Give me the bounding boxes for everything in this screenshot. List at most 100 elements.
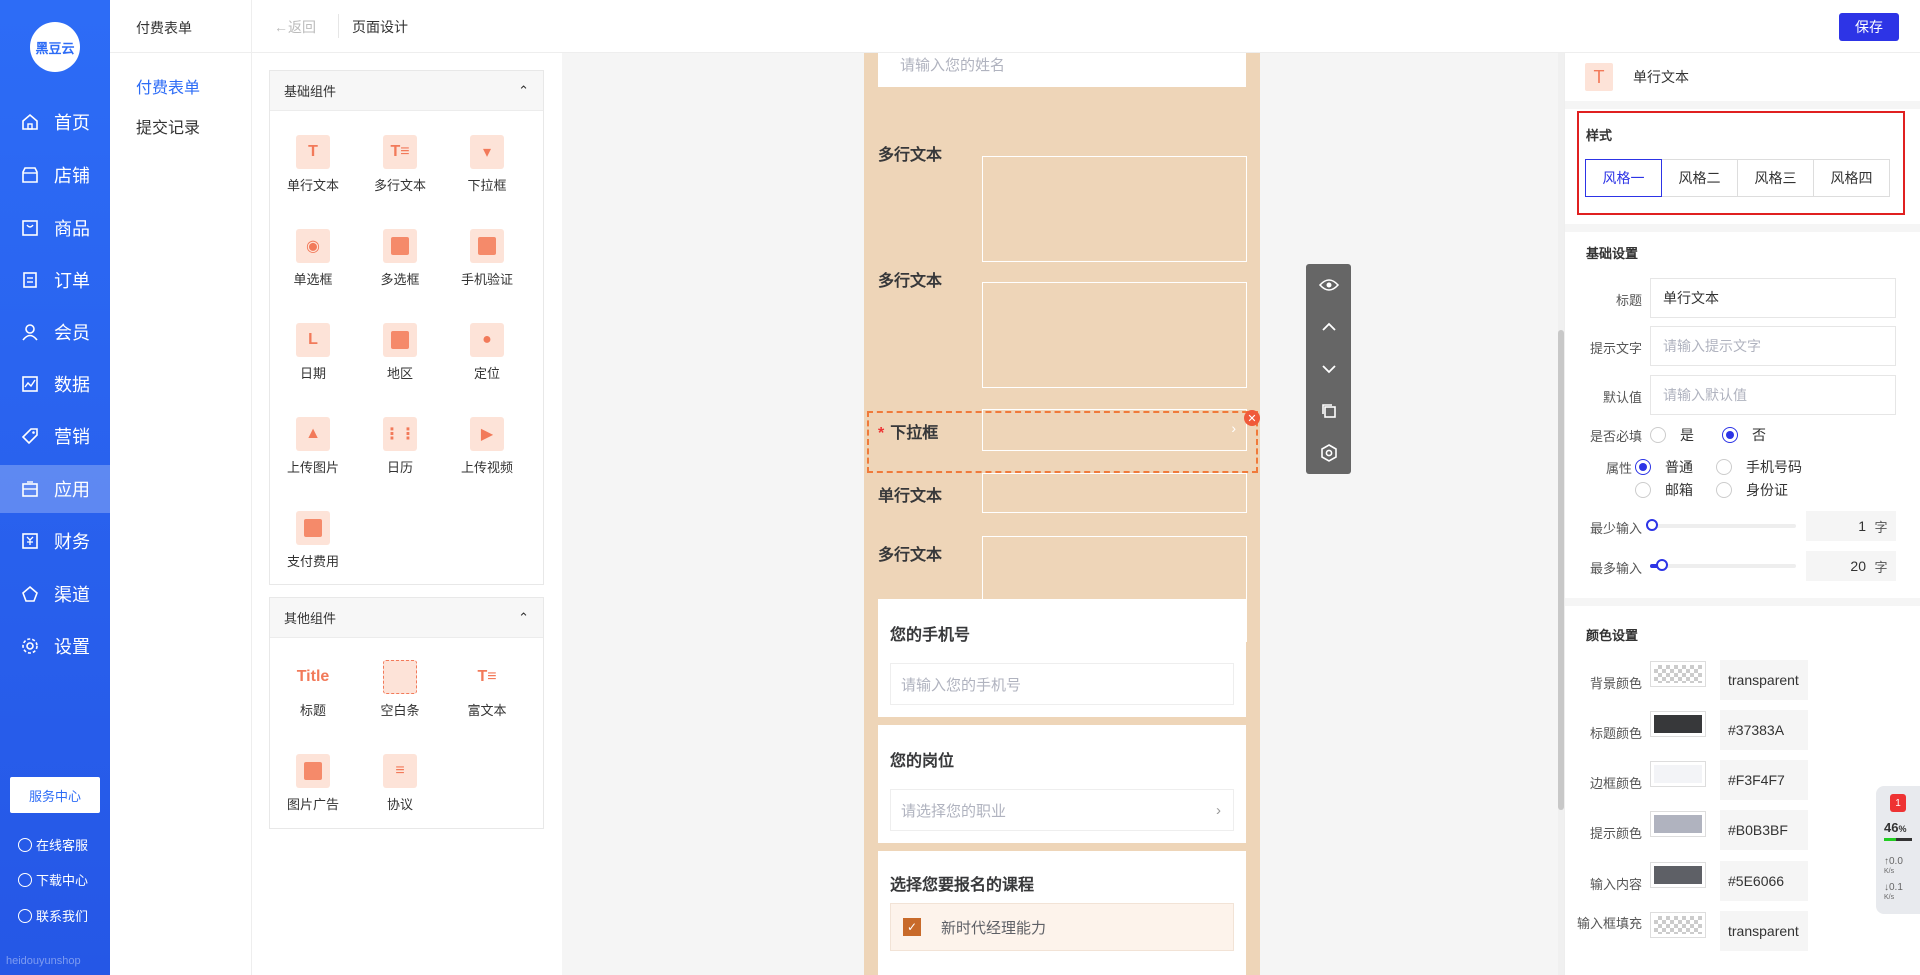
job-card[interactable]: 您的岗位 请选择您的职业 ›: [878, 725, 1246, 843]
subnav-item-records[interactable]: 提交记录: [136, 114, 200, 138]
comp-calendar[interactable]: ⋮⋮ 日历: [360, 417, 440, 476]
copy-icon[interactable]: [1318, 400, 1340, 422]
color-value-hint[interactable]: #B0B3BF: [1720, 810, 1808, 850]
comp-rich-text[interactable]: T≡ 富文本: [447, 660, 527, 719]
chevron-up-icon[interactable]: ⌃: [518, 610, 529, 626]
color-value-bg[interactable]: transparent: [1720, 660, 1808, 700]
course-card[interactable]: 选择您要报名的课程 ✓ 新时代经理能力: [878, 851, 1246, 975]
nav-item-home[interactable]: 首页: [0, 98, 110, 146]
color-value-title[interactable]: #37383A: [1720, 710, 1808, 750]
service-center-button[interactable]: 服务中心: [10, 777, 100, 813]
comp-dropdown[interactable]: ▾ 下拉框: [447, 135, 527, 194]
comp-multi-text[interactable]: T≡ 多行文本: [360, 135, 440, 194]
min-slider-handle[interactable]: [1646, 519, 1658, 531]
required-no-radio[interactable]: 否: [1722, 425, 1766, 445]
nav-item-member[interactable]: 会员: [0, 308, 110, 356]
nav-item-order[interactable]: 订单: [0, 256, 110, 304]
name-card[interactable]: 请输入您的姓名: [878, 53, 1246, 87]
form-label: 多行文本: [878, 147, 943, 164]
nav-item-settings[interactable]: 设置: [0, 622, 110, 670]
comp-agreement[interactable]: ≡ 协议: [360, 754, 440, 813]
logo[interactable]: 黑豆云: [30, 22, 80, 72]
attr-email-radio[interactable]: 邮箱: [1635, 480, 1693, 500]
min-input[interactable]: 1字: [1806, 511, 1896, 541]
form-row-multitext[interactable]: 多行文本: [864, 103, 1260, 262]
system-monitor-widget[interactable]: 1 46% ↑0.0 K/s ↓0.1 K/s: [1876, 786, 1920, 914]
form-row-multitext[interactable]: 多行文本: [864, 229, 1260, 388]
form-row-multitext[interactable]: 多行文本: [864, 483, 1260, 642]
comp-blank[interactable]: 空白条: [360, 660, 440, 719]
style-tab-3[interactable]: 风格三: [1737, 159, 1814, 197]
comp-label: 空白条: [380, 703, 420, 718]
save-button[interactable]: 保存: [1839, 13, 1899, 41]
job-select[interactable]: 请选择您的职业 ›: [890, 789, 1234, 831]
comp-single-text[interactable]: T 单行文本: [273, 135, 353, 194]
selected-outline: [867, 411, 1258, 473]
color-value-fill[interactable]: transparent: [1720, 911, 1808, 951]
nav-item-app[interactable]: 应用: [0, 465, 110, 513]
nav-item-data[interactable]: 数据: [0, 360, 110, 408]
swatch-fill: [1654, 665, 1702, 683]
max-input[interactable]: 20 字: [1806, 551, 1896, 581]
close-icon[interactable]: ✕: [1244, 410, 1260, 426]
name-input[interactable]: 请输入您的姓名: [890, 53, 1234, 85]
default-input[interactable]: 请输入默认值: [1650, 375, 1896, 415]
comp-phone-verify[interactable]: 手机验证: [447, 229, 527, 288]
color-swatch-title[interactable]: [1650, 711, 1706, 737]
hint-input[interactable]: 请输入提示文字: [1650, 326, 1896, 366]
contact-us-link[interactable]: 联系我们: [18, 906, 88, 925]
comp-upload-video[interactable]: ▶ 上传视频: [447, 417, 527, 476]
divider: [1565, 224, 1920, 232]
style-tab-1[interactable]: 风格一: [1585, 159, 1662, 197]
nav-item-store[interactable]: 店铺: [0, 151, 110, 199]
comp-payment[interactable]: 支付费用: [273, 511, 353, 570]
nav-item-channel[interactable]: 渠道: [0, 570, 110, 618]
color-value-border[interactable]: #F3F4F7: [1720, 760, 1808, 800]
comp-title[interactable]: Title 标题: [273, 660, 353, 719]
move-up-icon[interactable]: [1318, 316, 1340, 338]
comp-checkbox[interactable]: 多选框: [360, 229, 440, 288]
move-down-icon[interactable]: [1318, 358, 1340, 380]
subnav-item-paid-form[interactable]: 付费表单: [136, 74, 200, 98]
comp-upload-image[interactable]: ▲ 上传图片: [273, 417, 353, 476]
min-slider[interactable]: [1650, 524, 1796, 528]
color-swatch-input[interactable]: [1650, 862, 1706, 888]
comp-location[interactable]: ● 定位: [447, 323, 527, 382]
download-center-link[interactable]: 下载中心: [18, 870, 88, 889]
attr-id-radio[interactable]: 身份证: [1716, 480, 1788, 500]
comp-region[interactable]: 地区: [360, 323, 440, 382]
required-yes-radio[interactable]: 是: [1650, 425, 1694, 445]
comp-image-ad[interactable]: 图片广告: [273, 754, 353, 813]
color-swatch-border[interactable]: [1650, 761, 1706, 787]
back-button[interactable]: ←返回: [274, 17, 316, 37]
chevron-up-icon[interactable]: ⌃: [518, 83, 529, 99]
color-swatch-fill[interactable]: [1650, 912, 1706, 938]
comp-date[interactable]: L 日期: [273, 323, 353, 382]
max-slider-handle[interactable]: [1656, 559, 1668, 571]
nav-item-finance[interactable]: 财务: [0, 517, 110, 565]
online-service-link[interactable]: 在线客服: [18, 835, 88, 854]
course-option[interactable]: ✓ 新时代经理能力: [890, 903, 1234, 951]
nav-label: 应用: [54, 480, 90, 500]
form-row-dropdown[interactable]: * 下拉框 ›: [864, 355, 1260, 451]
phone-input[interactable]: 请输入您的手机号: [890, 663, 1234, 705]
style-tab-2[interactable]: 风格二: [1661, 159, 1738, 197]
user-icon: [20, 322, 40, 342]
comp-radio[interactable]: ◉ 单选框: [273, 229, 353, 288]
title-input[interactable]: 单行文本: [1650, 278, 1896, 318]
color-value-input[interactable]: #5E6066: [1720, 861, 1808, 901]
nav-item-goods[interactable]: 商品: [0, 204, 110, 252]
phone-card[interactable]: 您的手机号 请输入您的手机号: [878, 599, 1246, 717]
basic-components-header[interactable]: 基础组件 ⌃: [270, 71, 543, 111]
style-tab-4[interactable]: 风格四: [1813, 159, 1890, 197]
other-components-header[interactable]: 其他组件 ⌃: [270, 598, 543, 638]
color-swatch-bg[interactable]: [1650, 661, 1706, 687]
nav-item-marketing[interactable]: 营销: [0, 412, 110, 460]
attr-phone-radio[interactable]: 手机号码: [1716, 457, 1802, 477]
color-swatch-hint[interactable]: [1650, 811, 1706, 837]
settings-icon[interactable]: [1318, 442, 1340, 464]
max-slider[interactable]: [1650, 564, 1796, 568]
attr-normal-radio[interactable]: 普通: [1635, 457, 1693, 477]
eye-icon[interactable]: [1318, 274, 1340, 296]
upload-speed-value: 0.0: [1889, 856, 1903, 867]
